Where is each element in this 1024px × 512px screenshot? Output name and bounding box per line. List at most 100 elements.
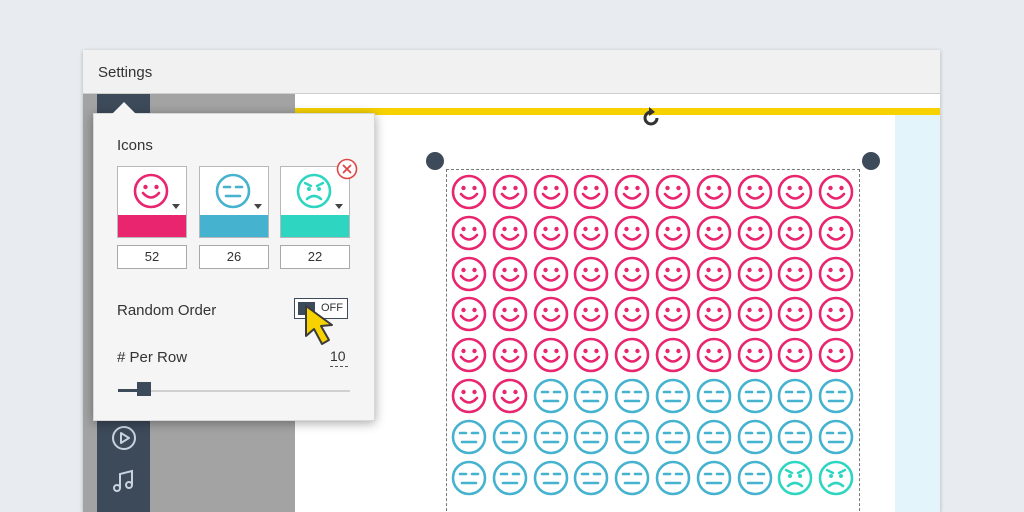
- per-row-label: # Per Row: [117, 349, 188, 366]
- happy-face-icon: [736, 336, 774, 374]
- happy-face-icon: [736, 173, 774, 211]
- happy-face-icon: [776, 336, 814, 374]
- happy-face-icon: [613, 173, 651, 211]
- happy-face-icon: [491, 214, 529, 252]
- angry-face-icon: [817, 459, 855, 497]
- happy-face-icon: [450, 295, 488, 333]
- happy-face-icon: [572, 336, 610, 374]
- resize-handle-left[interactable]: [426, 152, 444, 170]
- play-icon[interactable]: [110, 424, 138, 452]
- happy-face-icon: [817, 214, 855, 252]
- happy-face-icon: [572, 214, 610, 252]
- happy-face-icon: [450, 377, 488, 415]
- angry-face-icon: [776, 459, 814, 497]
- neutral-face-icon: [491, 459, 529, 497]
- per-row-slider-track[interactable]: [118, 390, 350, 392]
- per-row-value[interactable]: 10: [330, 348, 346, 364]
- happy-face-icon: [450, 255, 488, 293]
- rotate-icon[interactable]: [638, 105, 664, 131]
- neutral-face-icon: [817, 377, 855, 415]
- icons-heading: Icons: [117, 137, 153, 154]
- neutral-face-icon: [450, 459, 488, 497]
- happy-face-icon: [532, 173, 570, 211]
- happy-face-icon: [532, 214, 570, 252]
- color-bar-pink[interactable]: [118, 215, 186, 237]
- happy-face-icon: [736, 255, 774, 293]
- happy-face-icon: [817, 295, 855, 333]
- happy-face-icon: [776, 255, 814, 293]
- happy-face-icon: [776, 214, 814, 252]
- neutral-face-icon: [613, 377, 651, 415]
- happy-face-icon: [817, 336, 855, 374]
- count-input-neutral[interactable]: 26: [199, 245, 269, 269]
- icon-swatch-happy[interactable]: [117, 166, 187, 238]
- neutral-face-icon: [572, 377, 610, 415]
- happy-face-icon: [572, 173, 610, 211]
- happy-face-icon: [450, 336, 488, 374]
- value-underline: [330, 366, 348, 367]
- happy-face-icon: [491, 295, 529, 333]
- happy-face-icon: [776, 295, 814, 333]
- happy-face-icon: [613, 336, 651, 374]
- happy-face-icon: [572, 255, 610, 293]
- happy-face-icon: [532, 255, 570, 293]
- chevron-down-icon: [172, 204, 180, 209]
- happy-face-icon: [654, 336, 692, 374]
- neutral-face-icon: [613, 459, 651, 497]
- happy-face-icon: [532, 295, 570, 333]
- neutral-face-icon: [654, 418, 692, 456]
- color-bar-teal[interactable]: [281, 215, 349, 237]
- icon-swatch-neutral[interactable]: [199, 166, 269, 238]
- window-title: Settings: [98, 64, 153, 81]
- color-bar-blue[interactable]: [200, 215, 268, 237]
- happy-face-icon: [450, 173, 488, 211]
- happy-face-icon: [776, 173, 814, 211]
- happy-face-icon: [654, 255, 692, 293]
- happy-face-icon: [654, 295, 692, 333]
- happy-face-icon: [695, 295, 733, 333]
- neutral-face-icon: [572, 459, 610, 497]
- random-order-label: Random Order: [117, 302, 217, 319]
- happy-face-icon: [695, 214, 733, 252]
- happy-face-icon: [613, 255, 651, 293]
- per-row-slider-handle[interactable]: [137, 382, 151, 396]
- happy-face-icon: [491, 377, 529, 415]
- happy-face-icon: [817, 173, 855, 211]
- neutral-face-icon: [736, 377, 774, 415]
- neutral-face-icon: [654, 377, 692, 415]
- happy-face-icon: [613, 214, 651, 252]
- neutral-face-icon: [532, 377, 570, 415]
- neutral-face-icon: [450, 418, 488, 456]
- chevron-down-icon: [254, 204, 262, 209]
- happy-face-icon: [654, 173, 692, 211]
- happy-face-icon: [491, 336, 529, 374]
- neutral-face-icon: [736, 459, 774, 497]
- title-bar: Settings: [83, 50, 940, 94]
- happy-face-icon: [654, 214, 692, 252]
- count-input-angry[interactable]: 22: [280, 245, 350, 269]
- chevron-down-icon: [335, 204, 343, 209]
- angry-face-icon: [296, 173, 332, 209]
- neutral-face-icon: [817, 418, 855, 456]
- neutral-face-icon: [776, 418, 814, 456]
- happy-face-icon: [532, 336, 570, 374]
- popup-caret: [112, 102, 136, 114]
- happy-face-icon: [736, 214, 774, 252]
- happy-face-icon: [450, 214, 488, 252]
- pointer-cursor-icon: [305, 305, 333, 345]
- music-note-icon[interactable]: [110, 468, 138, 496]
- neutral-face-icon: [613, 418, 651, 456]
- happy-face-icon: [695, 336, 733, 374]
- happy-face-icon: [133, 173, 169, 209]
- neutral-face-icon: [695, 377, 733, 415]
- resize-handle-right[interactable]: [862, 152, 880, 170]
- count-input-happy[interactable]: 52: [117, 245, 187, 269]
- neutral-face-icon: [572, 418, 610, 456]
- neutral-face-icon: [776, 377, 814, 415]
- happy-face-icon: [695, 255, 733, 293]
- settings-popup: Icons 52 26 22 Random Order OFF # Per Ro…: [93, 113, 375, 421]
- neutral-face-icon: [215, 173, 251, 209]
- happy-face-icon: [613, 295, 651, 333]
- remove-icon-button[interactable]: [336, 158, 358, 180]
- happy-face-icon: [572, 295, 610, 333]
